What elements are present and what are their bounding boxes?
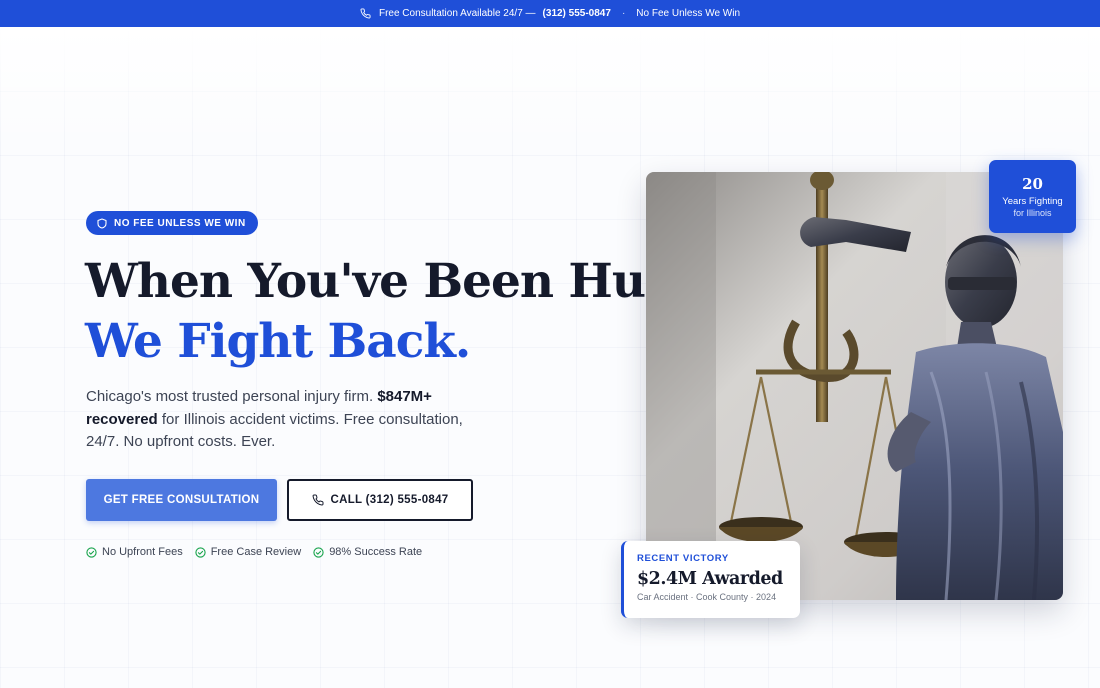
victory-amount: $2.4M Awarded — [637, 569, 783, 589]
phone-icon — [360, 8, 371, 19]
check-label: Free Case Review — [210, 546, 302, 558]
cta-secondary-label: CALL (312) 555-0847 — [330, 494, 449, 506]
cta-primary-label: GET FREE CONSULTATION — [103, 494, 260, 506]
separator-dot: · — [621, 8, 626, 19]
years-label: Years Fighting — [1002, 196, 1063, 207]
headline-line-1: When You've Been Hurt, — [85, 254, 706, 309]
check-circle-icon — [313, 546, 324, 558]
announcement-phone-link[interactable]: (312) 555-0847 — [543, 8, 611, 19]
phone-icon — [312, 494, 324, 506]
check-item-no-upfront-fees: No Upfront Fees — [86, 546, 183, 558]
hero-lead: Chicago's most trusted personal injury f… — [86, 386, 476, 454]
check-label: 98% Success Rate — [329, 546, 423, 558]
years-experience-card: 20 Years Fighting for Illinois — [989, 160, 1076, 233]
hero-headline: When You've Been Hurt, We Fight Back. — [85, 252, 706, 372]
victory-kicker: RECENT VICTORY — [637, 553, 729, 564]
check-circle-icon — [195, 546, 206, 558]
lady-justice-illustration — [646, 172, 1063, 600]
call-phone-button[interactable]: CALL (312) 555-0847 — [287, 479, 473, 521]
years-sublabel: for Illinois — [1013, 208, 1052, 218]
recent-victory-card: RECENT VICTORY $2.4M Awarded Car Acciden… — [621, 541, 800, 618]
check-circle-icon — [86, 546, 97, 558]
victory-details: Car Accident · Cook County · 2024 — [637, 592, 777, 602]
years-number: 20 — [1022, 175, 1043, 193]
shield-icon — [97, 217, 107, 229]
get-free-consultation-button[interactable]: GET FREE CONSULTATION — [86, 479, 277, 521]
hero-fade — [0, 27, 1100, 147]
check-item-success-rate: 98% Success Rate — [313, 546, 422, 558]
check-item-free-case-review: Free Case Review — [195, 546, 301, 558]
no-fee-badge: NO FEE UNLESS WE WIN — [86, 211, 258, 235]
headline-line-2: We Fight Back. — [85, 314, 471, 369]
announcement-bar: Free Consultation Available 24/7 — (312)… — [0, 0, 1100, 27]
trust-checklist: No Upfront Fees Free Case Review 98% Suc… — [86, 546, 422, 558]
lady-justice-photo — [646, 172, 1063, 600]
check-label: No Upfront Fees — [102, 546, 183, 558]
announcement-tagline: No Fee Unless We Win — [636, 8, 741, 19]
badge-label: NO FEE UNLESS WE WIN — [114, 217, 246, 229]
announcement-text: Free Consultation Available 24/7 — — [378, 8, 536, 19]
lead-text-1: Chicago's most trusted personal injury f… — [86, 388, 374, 405]
